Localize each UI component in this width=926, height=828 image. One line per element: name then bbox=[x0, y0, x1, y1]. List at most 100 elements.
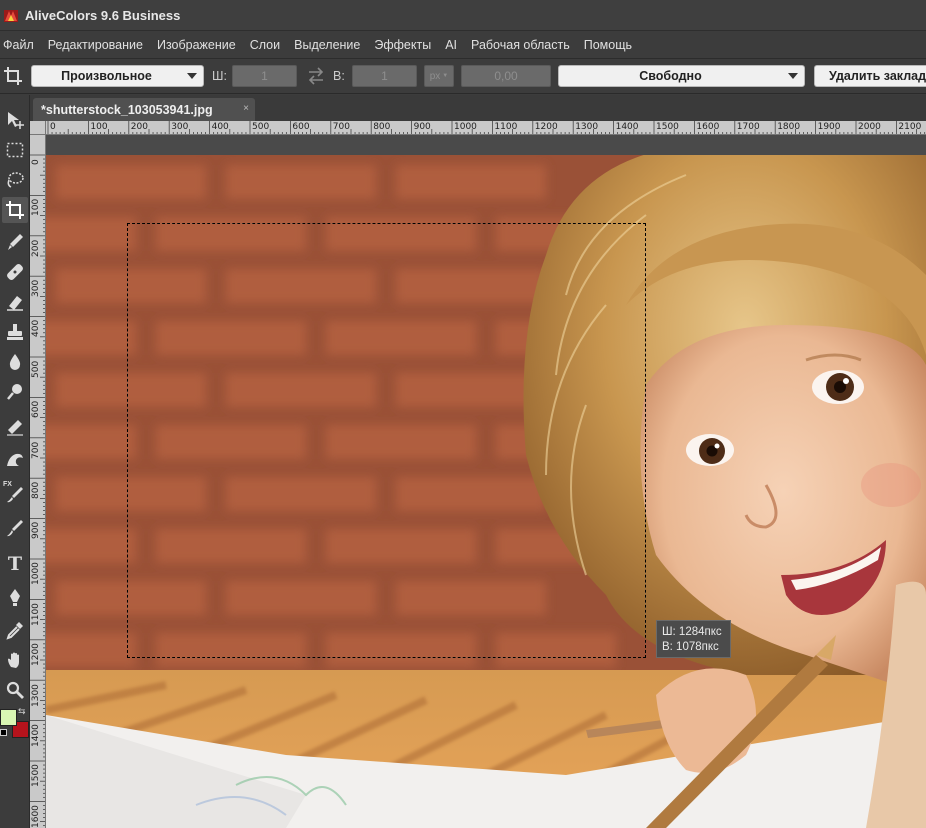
ruler-label: 1200 bbox=[534, 122, 558, 132]
ruler-label: 800 bbox=[31, 481, 41, 499]
ruler-label: 1000 bbox=[31, 562, 41, 586]
fx-brush-tool-icon[interactable]: FX bbox=[2, 481, 28, 507]
unit-dropdown[interactable]: px ▼ bbox=[424, 65, 454, 87]
zoom-tool-icon[interactable] bbox=[2, 677, 28, 703]
resolution-field[interactable]: 0,00 bbox=[461, 65, 551, 87]
height-field[interactable]: 1 bbox=[352, 65, 417, 87]
ruler-label: 1300 bbox=[31, 683, 41, 707]
ruler-label: 100 bbox=[90, 122, 108, 132]
ruler-label: 600 bbox=[31, 401, 41, 419]
selection-height-text: В: 1078пкс bbox=[662, 641, 719, 653]
text-tool-glyph: T bbox=[7, 553, 23, 575]
default-colors-icon[interactable] bbox=[0, 729, 7, 736]
fx-label: FX bbox=[3, 481, 12, 488]
chevron-down-icon bbox=[788, 73, 798, 79]
foreground-color-swatch[interactable] bbox=[0, 709, 17, 726]
text-tool-icon[interactable]: T bbox=[2, 551, 28, 577]
dodge-tool-icon[interactable] bbox=[2, 379, 28, 405]
menu-image[interactable]: Изображение bbox=[150, 38, 243, 52]
tool-options-bar: Произвольное Ш: 1 В: 1 px ▼ 0,00 Свободн… bbox=[0, 60, 926, 94]
menu-workspace[interactable]: Рабочая область bbox=[464, 38, 577, 52]
crop-tool-icon[interactable] bbox=[2, 197, 28, 223]
ruler-label: 200 bbox=[130, 122, 148, 132]
menu-effects[interactable]: Эффекты bbox=[367, 38, 438, 52]
lasso-tool-icon[interactable] bbox=[2, 167, 28, 193]
menu-ai[interactable]: AI bbox=[438, 38, 464, 52]
height-label: В: bbox=[333, 69, 345, 83]
selection-size-tooltip: Ш: 1284пкс В: 1078пкс bbox=[656, 620, 731, 658]
aspect-ratio-value: Произвольное bbox=[61, 69, 152, 83]
horizontal-ruler: 0 100 200 300 400 500 600 700 800 900 1000 1100 1200… bbox=[46, 121, 926, 135]
rect-select-tool-icon[interactable] bbox=[2, 137, 28, 163]
ruler-label: 1500 bbox=[656, 122, 679, 132]
menu-help[interactable]: Помощь bbox=[577, 38, 639, 52]
canvas-area[interactable]: Ш: 1284пкс В: 1078пкс bbox=[46, 135, 926, 828]
blur-tool-icon[interactable] bbox=[2, 349, 28, 375]
ruler-label: 1400 bbox=[615, 122, 639, 132]
vertical-ruler: 0 100 200 300 400 500 600 700 800 900 1000 1100 1200… bbox=[30, 135, 46, 828]
move-tool-icon[interactable] bbox=[2, 107, 28, 133]
document-tab-bar: *shutterstock_103053941.jpg × bbox=[30, 95, 926, 121]
menu-file[interactable]: Файл bbox=[0, 38, 41, 52]
ruler-label: 100 bbox=[31, 199, 41, 217]
healing-tool-icon[interactable] bbox=[2, 259, 28, 285]
eyedropper-tool-icon[interactable] bbox=[2, 617, 28, 643]
aspect-ratio-dropdown[interactable]: Произвольное bbox=[31, 65, 204, 87]
constraint-dropdown[interactable]: Свободно bbox=[558, 65, 805, 87]
ruler-label: 400 bbox=[211, 122, 229, 132]
menu-select[interactable]: Выделение bbox=[287, 38, 367, 52]
alivecolors-logo-icon bbox=[3, 7, 19, 23]
ruler-label: 1100 bbox=[494, 122, 518, 132]
selection-marquee[interactable] bbox=[127, 223, 646, 658]
unit-value: px bbox=[429, 70, 441, 82]
title-bar: AliveColors 9.6 Business bbox=[0, 0, 926, 31]
pen-tool-icon[interactable] bbox=[2, 585, 28, 611]
ruler-label: 1900 bbox=[817, 122, 841, 132]
swap-colors-icon[interactable]: ⇆ bbox=[18, 706, 26, 717]
ruler-label: 600 bbox=[292, 122, 310, 132]
eraser-tool-icon[interactable] bbox=[2, 289, 28, 315]
ruler-label: 900 bbox=[31, 522, 41, 540]
ruler-label: 800 bbox=[373, 122, 391, 132]
ruler-label: 0 bbox=[50, 122, 56, 132]
constraint-value: Свободно bbox=[639, 69, 702, 83]
chevron-down-icon bbox=[187, 73, 197, 79]
stamp-tool-icon[interactable] bbox=[2, 319, 28, 345]
delete-bookmark-button[interactable]: Удалить закладку bbox=[814, 65, 926, 87]
document-tab[interactable]: *shutterstock_103053941.jpg × bbox=[33, 98, 255, 121]
ruler-label: 0 bbox=[31, 158, 41, 165]
ruler-label: 2100 bbox=[898, 122, 922, 132]
swap-dimensions-icon[interactable] bbox=[306, 67, 326, 89]
smudge-tool-icon[interactable] bbox=[2, 413, 28, 439]
ruler-label: 2000 bbox=[858, 122, 881, 132]
liquify-tool-icon[interactable] bbox=[2, 447, 28, 473]
ruler-label: 1600 bbox=[31, 804, 41, 828]
menu-bar: Файл Редактирование Изображение Слои Выд… bbox=[0, 31, 926, 59]
selection-width-text: Ш: 1284пкс bbox=[662, 626, 722, 638]
tools-panel: FX T ⇆ bbox=[0, 95, 30, 828]
width-field[interactable]: 1 bbox=[232, 65, 297, 87]
ruler-label: 1800 bbox=[777, 122, 801, 132]
brush-tool-icon[interactable] bbox=[2, 229, 28, 255]
crop-options-icon bbox=[2, 65, 24, 87]
ruler-label: 1500 bbox=[31, 764, 41, 788]
ruler-label: 700 bbox=[31, 441, 41, 459]
ruler-label: 900 bbox=[413, 122, 431, 132]
ruler-label: 1200 bbox=[31, 643, 41, 667]
ruler-label: 1400 bbox=[31, 724, 41, 747]
width-label: Ш: bbox=[212, 69, 227, 83]
ruler-label: 1000 bbox=[454, 122, 477, 132]
window-title: AliveColors 9.6 Business bbox=[25, 7, 181, 23]
ruler-label: 1600 bbox=[696, 122, 720, 132]
ruler-label: 500 bbox=[252, 122, 270, 132]
ruler-label: 500 bbox=[31, 360, 41, 378]
close-tab-icon[interactable]: × bbox=[243, 103, 249, 114]
menu-edit[interactable]: Редактирование bbox=[41, 38, 150, 52]
ruler-label: 300 bbox=[31, 279, 41, 297]
menu-layers[interactable]: Слои bbox=[243, 38, 287, 52]
ruler-label: 400 bbox=[31, 320, 41, 338]
hand-tool-icon[interactable] bbox=[2, 647, 28, 673]
paint-brush-tool-icon[interactable] bbox=[2, 515, 28, 541]
ruler-label: 300 bbox=[171, 122, 189, 132]
ruler-corner bbox=[30, 121, 46, 135]
